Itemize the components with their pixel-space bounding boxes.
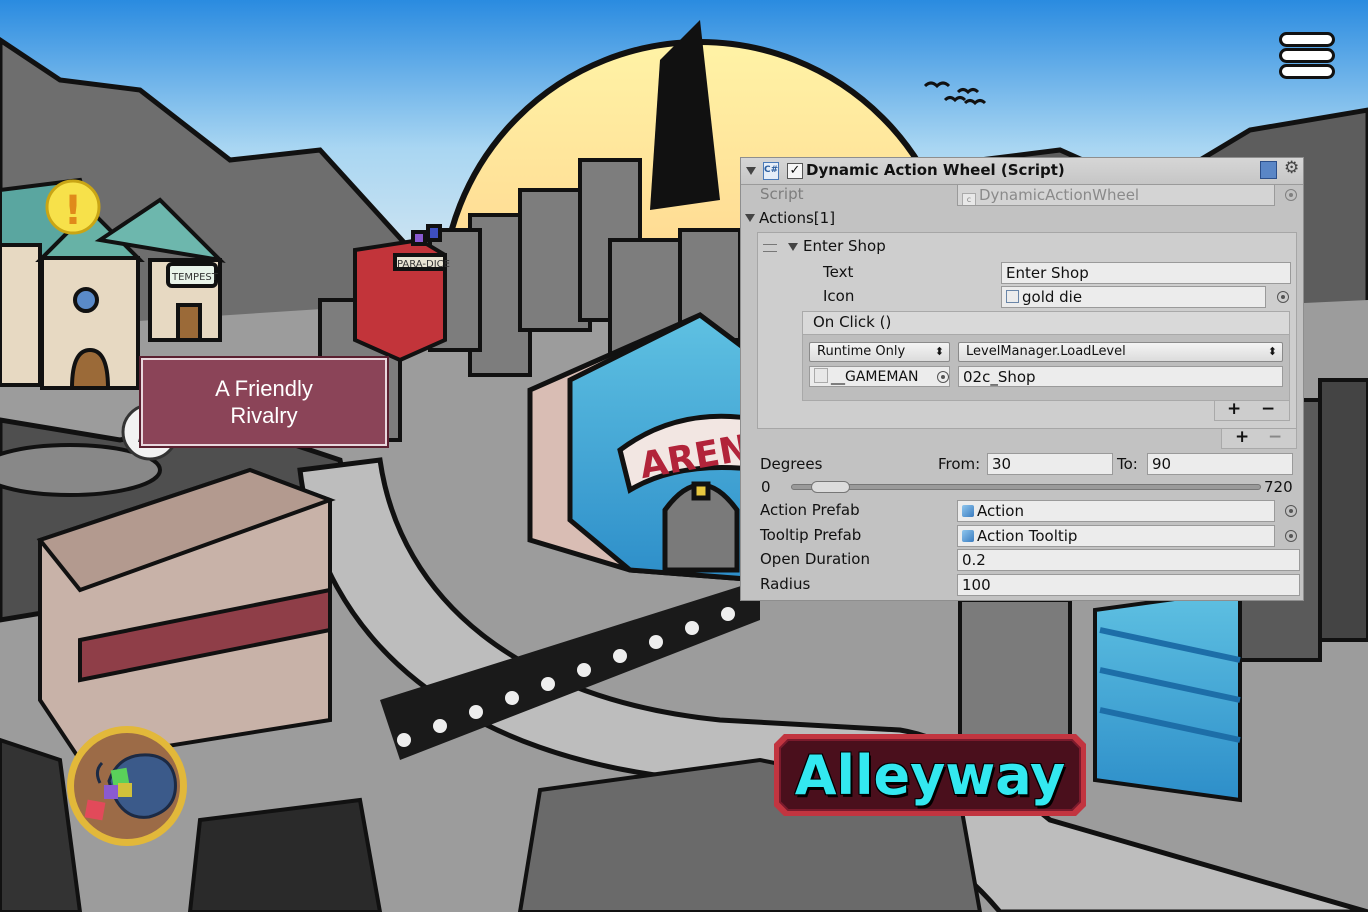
actions-foldout-icon[interactable] (745, 214, 755, 222)
script-field[interactable]: c DynamicActionWheel (957, 184, 1275, 206)
tooltip-prefab-field[interactable]: Action Tooltip (957, 525, 1275, 547)
enabled-checkbox[interactable]: ✓ (787, 163, 803, 179)
help-book-icon[interactable] (1260, 161, 1277, 179)
event-add-remove: + − (1214, 399, 1290, 421)
paradice-sign: PARA-DICE (397, 259, 450, 270)
icon-value: gold die (1022, 288, 1083, 306)
degrees-slider-range[interactable] (810, 481, 850, 493)
slider-max-label: 720 (1264, 478, 1293, 496)
tempest-sign: TEMPEST (171, 272, 219, 283)
script-object-picker-icon[interactable] (1285, 189, 1297, 201)
action-prefab-label: Action Prefab (760, 501, 860, 519)
icon-label: Icon (823, 287, 855, 305)
location-tooltip: A Friendly Rivalry (141, 358, 387, 446)
from-label: From: (938, 455, 981, 473)
open-duration-label: Open Duration (760, 550, 870, 568)
drag-handle-icon[interactable] (763, 244, 777, 252)
actions-label: Actions[1] (759, 209, 836, 227)
slider-min-label: 0 (761, 478, 771, 496)
to-label: To: (1117, 455, 1138, 473)
icon-field[interactable]: gold die (1001, 286, 1266, 308)
component-title: Dynamic Action Wheel (Script) (806, 161, 1065, 179)
radius-input[interactable]: 100 (957, 574, 1300, 596)
onclick-header: On Click () (802, 311, 1290, 335)
runtime-value: Runtime Only (817, 344, 906, 359)
action-prefab-value: Action (977, 502, 1024, 520)
script-label: Script (760, 185, 804, 203)
target-object-field[interactable]: __GAMEMAN (809, 366, 950, 387)
dropdown-arrow-icon: ⬍ (934, 345, 944, 358)
gameobject-icon (814, 368, 828, 383)
tooltip-prefab-picker-icon[interactable] (1285, 530, 1297, 542)
tooltip-line2: Rivalry (230, 403, 298, 428)
script-file-icon: c (962, 193, 976, 205)
gear-icon[interactable]: ⚙ (1284, 158, 1299, 178)
onclick-label: On Click () (813, 313, 892, 331)
icon-object-picker-icon[interactable] (1277, 291, 1289, 303)
tooltip-line1: A Friendly (215, 376, 313, 401)
script-value: DynamicActionWheel (979, 186, 1140, 204)
prefab-cube-icon (962, 505, 974, 517)
csharp-script-icon: C# (763, 162, 779, 180)
component-header[interactable]: C# ✓ Dynamic Action Wheel (Script) ⚙ (741, 158, 1303, 185)
event-add-button[interactable]: + (1227, 399, 1241, 419)
prefab-cube-icon (962, 530, 974, 542)
dice-bag-icon[interactable] (64, 723, 190, 849)
function-value: LevelManager.LoadLevel (966, 344, 1126, 359)
open-duration-input[interactable]: 0.2 (957, 549, 1300, 571)
degrees-label: Degrees (760, 455, 823, 473)
from-input[interactable]: 30 (987, 453, 1113, 475)
list-add-button[interactable]: + (1235, 427, 1249, 447)
quest-marker[interactable]: ! (45, 179, 101, 235)
foldout-arrow-icon[interactable] (746, 167, 756, 175)
degrees-minmax-slider[interactable] (791, 484, 1261, 490)
tooltip-prefab-label: Tooltip Prefab (760, 526, 862, 544)
list-remove-button[interactable]: − (1268, 427, 1282, 447)
radius-label: Radius (760, 575, 811, 593)
inspector-panel: C# ✓ Dynamic Action Wheel (Script) ⚙ Scr… (740, 157, 1304, 601)
exclamation-icon: ! (64, 188, 82, 234)
argument-input[interactable]: 02c_Shop (958, 366, 1283, 387)
action-prefab-picker-icon[interactable] (1285, 505, 1297, 517)
function-dropdown[interactable]: LevelManager.LoadLevel ⬍ (958, 342, 1283, 362)
dropdown-arrow-icon: ⬍ (1267, 345, 1277, 358)
list-add-remove: + − (1221, 427, 1297, 449)
hamburger-menu-icon[interactable] (1276, 30, 1335, 80)
to-input[interactable]: 90 (1147, 453, 1293, 475)
element-foldout-icon[interactable] (788, 243, 798, 251)
tooltip-prefab-value: Action Tooltip (977, 527, 1078, 545)
element-label: Enter Shop (803, 237, 886, 255)
sprite-icon (1006, 290, 1019, 303)
action-prefab-field[interactable]: Action (957, 500, 1275, 522)
text-input[interactable]: Enter Shop (1001, 262, 1291, 284)
target-object-picker-icon[interactable] (937, 371, 949, 383)
target-object-value: __GAMEMAN (831, 369, 919, 385)
location-title: Alleyway (794, 743, 1066, 807)
runtime-dropdown[interactable]: Runtime Only ⬍ (809, 342, 950, 362)
event-remove-button[interactable]: − (1261, 399, 1275, 419)
text-label: Text (823, 263, 854, 281)
